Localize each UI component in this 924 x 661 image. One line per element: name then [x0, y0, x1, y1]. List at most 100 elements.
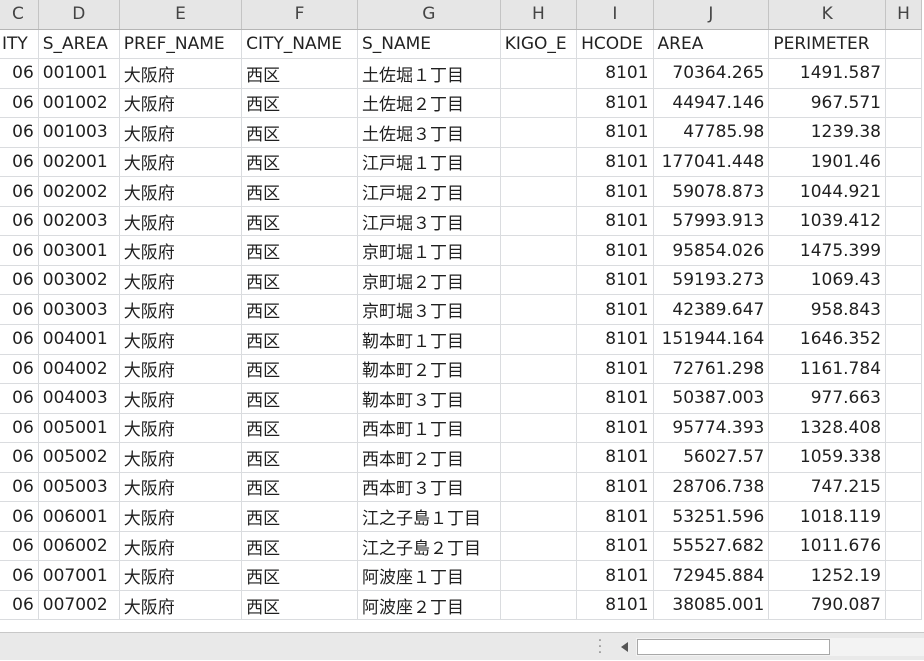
- table-cell[interactable]: 江戸堀３丁目: [357, 206, 501, 237]
- table-cell[interactable]: 004001: [38, 324, 120, 355]
- column-header-d[interactable]: D: [38, 0, 120, 30]
- table-cell[interactable]: [500, 472, 578, 503]
- table-cell[interactable]: [500, 58, 578, 89]
- table-cell[interactable]: 8101: [576, 235, 654, 266]
- table-cell[interactable]: 8101: [576, 383, 654, 414]
- table-cell[interactable]: [500, 501, 578, 532]
- table-cell[interactable]: 004002: [38, 354, 120, 385]
- table-cell[interactable]: 958.843: [768, 294, 887, 325]
- table-cell[interactable]: 06: [0, 117, 39, 148]
- table-cell[interactable]: 002002: [38, 176, 120, 207]
- table-cell[interactable]: [885, 324, 922, 355]
- table-cell[interactable]: 8101: [576, 324, 654, 355]
- table-cell[interactable]: 西区: [241, 413, 358, 444]
- table-cell[interactable]: 大阪府: [119, 235, 243, 266]
- table-cell[interactable]: [885, 501, 922, 532]
- table-cell[interactable]: 西区: [241, 590, 358, 621]
- table-cell[interactable]: 西区: [241, 147, 358, 178]
- table-cell[interactable]: 55527.682: [653, 531, 770, 562]
- column-header-g[interactable]: G: [357, 0, 501, 30]
- table-cell[interactable]: 大阪府: [119, 383, 243, 414]
- table-cell[interactable]: 38085.001: [653, 590, 770, 621]
- table-cell[interactable]: 靭本町２丁目: [357, 354, 501, 385]
- table-cell[interactable]: 42389.647: [653, 294, 770, 325]
- table-cell[interactable]: 06: [0, 235, 39, 266]
- table-cell[interactable]: 8101: [576, 531, 654, 562]
- table-cell[interactable]: [500, 235, 578, 266]
- table-cell[interactable]: 06: [0, 590, 39, 621]
- table-cell[interactable]: [885, 88, 922, 119]
- table-cell[interactable]: 大阪府: [119, 501, 243, 532]
- table-cell[interactable]: 47785.98: [653, 117, 770, 148]
- table-cell[interactable]: 西本町３丁目: [357, 472, 501, 503]
- table-cell[interactable]: 西区: [241, 235, 358, 266]
- table-cell[interactable]: 西区: [241, 354, 358, 385]
- table-cell[interactable]: [500, 442, 578, 473]
- spreadsheet-grid[interactable]: C D E F G H I J K H ITY S_AREA PREF_NAME CITY_NAME S_N…: [0, 0, 924, 632]
- table-cell[interactable]: 1901.46: [768, 147, 887, 178]
- table-cell[interactable]: 1161.784: [768, 354, 887, 385]
- table-cell[interactable]: 06: [0, 324, 39, 355]
- table-cell[interactable]: 大阪府: [119, 442, 243, 473]
- table-cell[interactable]: 西区: [241, 265, 358, 296]
- column-header-h[interactable]: H: [500, 0, 578, 30]
- table-cell[interactable]: [500, 531, 578, 562]
- table-cell[interactable]: 土佐堀２丁目: [357, 88, 501, 119]
- table-cell[interactable]: 06: [0, 206, 39, 237]
- table-cell[interactable]: 06: [0, 413, 39, 444]
- table-cell[interactable]: 70364.265: [653, 58, 770, 89]
- table-cell[interactable]: 西本町１丁目: [357, 413, 501, 444]
- table-cell[interactable]: 72761.298: [653, 354, 770, 385]
- table-cell[interactable]: 8101: [576, 147, 654, 178]
- table-cell[interactable]: 阿波座２丁目: [357, 590, 501, 621]
- table-cell[interactable]: 8101: [576, 117, 654, 148]
- table-cell[interactable]: [500, 265, 578, 296]
- field-name-cell[interactable]: HCODE: [576, 29, 654, 60]
- table-cell[interactable]: 土佐堀１丁目: [357, 58, 501, 89]
- table-cell[interactable]: 大阪府: [119, 413, 243, 444]
- table-cell[interactable]: [500, 354, 578, 385]
- table-cell[interactable]: 005002: [38, 442, 120, 473]
- table-cell[interactable]: 西区: [241, 560, 358, 591]
- table-cell[interactable]: 西本町２丁目: [357, 442, 501, 473]
- table-cell[interactable]: 8101: [576, 590, 654, 621]
- column-header-j[interactable]: J: [653, 0, 770, 30]
- table-cell[interactable]: 大阪府: [119, 294, 243, 325]
- table-cell[interactable]: 003002: [38, 265, 120, 296]
- table-cell[interactable]: 8101: [576, 294, 654, 325]
- table-cell[interactable]: 8101: [576, 472, 654, 503]
- table-cell[interactable]: 大阪府: [119, 58, 243, 89]
- table-cell[interactable]: 06: [0, 58, 39, 89]
- table-cell[interactable]: [885, 472, 922, 503]
- table-cell[interactable]: 06: [0, 176, 39, 207]
- field-name-cell[interactable]: PERIMETER: [768, 29, 887, 60]
- table-cell[interactable]: 1328.408: [768, 413, 887, 444]
- table-cell[interactable]: [500, 590, 578, 621]
- field-name-cell[interactable]: S_AREA: [38, 29, 120, 60]
- table-cell[interactable]: 56027.57: [653, 442, 770, 473]
- vertical-dots-icon[interactable]: · · ·: [596, 634, 604, 660]
- field-name-cell[interactable]: S_NAME: [357, 29, 501, 60]
- table-cell[interactable]: 西区: [241, 472, 358, 503]
- table-cell[interactable]: 003003: [38, 294, 120, 325]
- table-cell[interactable]: [500, 147, 578, 178]
- table-cell[interactable]: [885, 147, 922, 178]
- table-cell[interactable]: [885, 235, 922, 266]
- table-cell[interactable]: 大阪府: [119, 531, 243, 562]
- table-cell[interactable]: [885, 590, 922, 621]
- table-cell[interactable]: 1069.43: [768, 265, 887, 296]
- table-cell[interactable]: 8101: [576, 176, 654, 207]
- table-cell[interactable]: 大阪府: [119, 117, 243, 148]
- table-cell[interactable]: 747.215: [768, 472, 887, 503]
- table-cell[interactable]: 8101: [576, 58, 654, 89]
- table-cell[interactable]: 靭本町３丁目: [357, 383, 501, 414]
- table-cell[interactable]: 1011.676: [768, 531, 887, 562]
- table-cell[interactable]: 大阪府: [119, 324, 243, 355]
- table-cell[interactable]: 59078.873: [653, 176, 770, 207]
- table-cell[interactable]: 007001: [38, 560, 120, 591]
- table-cell[interactable]: [885, 117, 922, 148]
- table-cell[interactable]: 西区: [241, 531, 358, 562]
- table-cell[interactable]: 50387.003: [653, 383, 770, 414]
- table-cell[interactable]: 06: [0, 472, 39, 503]
- table-cell[interactable]: 1018.119: [768, 501, 887, 532]
